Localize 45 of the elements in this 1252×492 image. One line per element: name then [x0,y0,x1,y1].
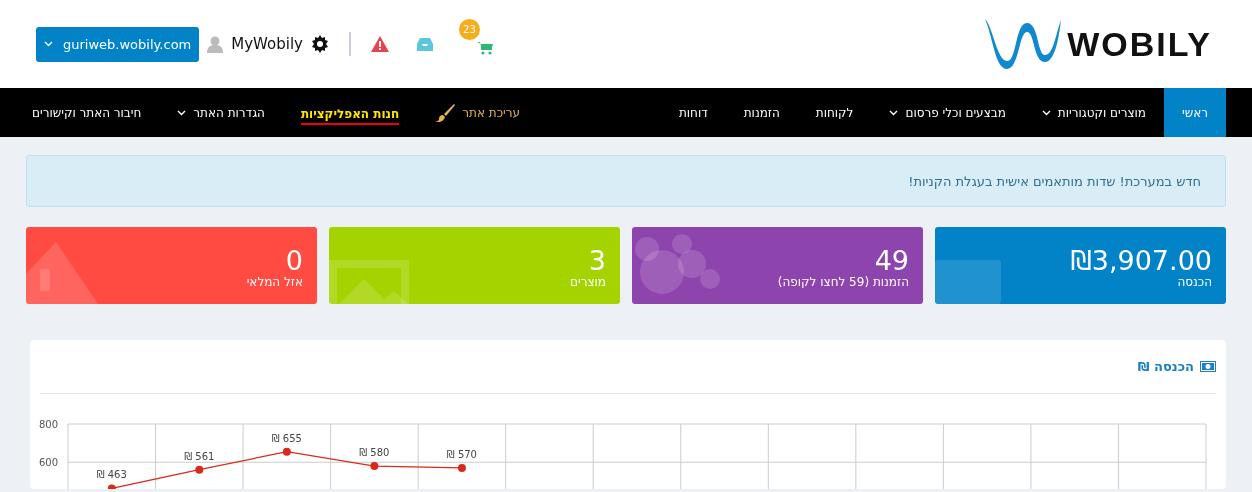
stat-value: 49 [874,247,909,275]
axis-label: 600 [38,457,58,469]
stat-label: הכנסה [1177,275,1212,289]
nav-item[interactable]: מוצרים וקטגוריות [1023,88,1164,137]
user-icon [207,35,224,53]
nav-item[interactable]: מבצעים וכלי פרסום [871,88,1024,137]
user-label[interactable]: MyWobily [231,35,303,53]
axis-label: 800 [38,419,58,430]
data-point [195,465,204,474]
nav-item[interactable]: עריכת אתר [417,88,538,137]
stat-label: הזמנות (59 לחצו לקופה) [777,275,909,289]
panel-title: הכנסה ₪ [1137,359,1194,374]
nav-item[interactable]: חנות האפליקציות [282,88,418,137]
nav-item[interactable]: הזמנות [725,88,798,137]
stat-value: 0 [285,247,303,275]
stat-label: אזל המלאי [246,275,303,289]
logo: WOBILY [983,16,1212,72]
warning-icon[interactable] [370,36,389,52]
data-label: ₪ 561 [184,450,215,462]
data-label: ₪ 570 [446,448,477,460]
stat-label: מוצרים [570,275,606,289]
stat-value: ₪3,907.00 [1070,247,1212,275]
site-dropdown[interactable]: guriweb.wobily.com [36,26,200,62]
cart-badge: 23 [458,19,480,40]
caret-icon [44,41,53,47]
caret-icon [1041,109,1051,116]
data-label: ₪ 655 [271,432,302,444]
brush-icon [435,103,456,122]
nav-item[interactable]: חיבור האתר וקישורים [14,88,160,137]
settings-icon[interactable] [310,35,329,53]
nav-item[interactable]: ראשי [1164,88,1226,137]
nav-item[interactable]: הגדרות האתר [159,88,283,137]
alert-text: חדש במערכת! שדות מותאמים אישית בעגלת הקניות! [908,174,1201,189]
data-point [282,447,291,456]
caret-icon [889,109,899,116]
data-point [107,484,116,489]
data-label: ₪ 580 [359,447,390,459]
cart-icon[interactable] [476,41,493,55]
stat-value: 3 [588,247,606,275]
caret-icon [177,109,187,116]
nav-item[interactable]: לקוחות [797,88,872,137]
data-label: ₪ 463 [96,469,127,481]
data-point [457,463,466,472]
data-point [370,462,379,471]
nav-item[interactable]: דוחות [660,88,726,137]
